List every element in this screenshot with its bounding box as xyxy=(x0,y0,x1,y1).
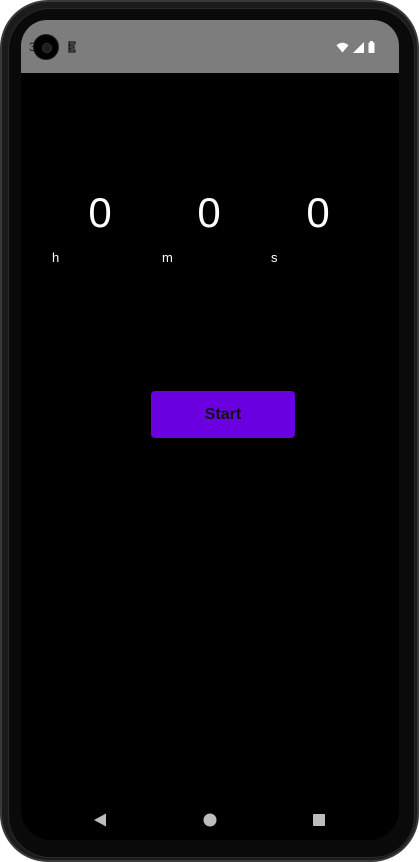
signal-icon xyxy=(353,41,364,53)
back-icon xyxy=(94,813,106,827)
app-notification-icon xyxy=(68,41,76,53)
hours-unit-label: h xyxy=(52,250,60,265)
recents-icon xyxy=(313,814,325,826)
home-icon xyxy=(203,813,217,827)
front-camera-icon xyxy=(33,34,59,60)
home-button[interactable] xyxy=(200,810,220,830)
device-screen: 3 0 0 0 h m s Start xyxy=(21,20,399,840)
timer-display: 0 0 0 xyxy=(21,188,399,238)
back-button[interactable] xyxy=(90,810,110,830)
seconds-value[interactable]: 0 xyxy=(298,188,338,238)
status-icons xyxy=(336,41,375,53)
navigation-bar xyxy=(21,800,399,840)
recents-button[interactable] xyxy=(309,810,329,830)
status-bar: 3 xyxy=(21,20,399,73)
wifi-icon xyxy=(336,42,349,52)
minutes-unit-label: m xyxy=(162,250,173,265)
seconds-unit-label: s xyxy=(271,250,278,265)
minutes-value[interactable]: 0 xyxy=(189,188,229,238)
start-button[interactable]: Start xyxy=(151,391,295,438)
hours-value[interactable]: 0 xyxy=(80,188,120,238)
battery-icon xyxy=(368,41,375,53)
